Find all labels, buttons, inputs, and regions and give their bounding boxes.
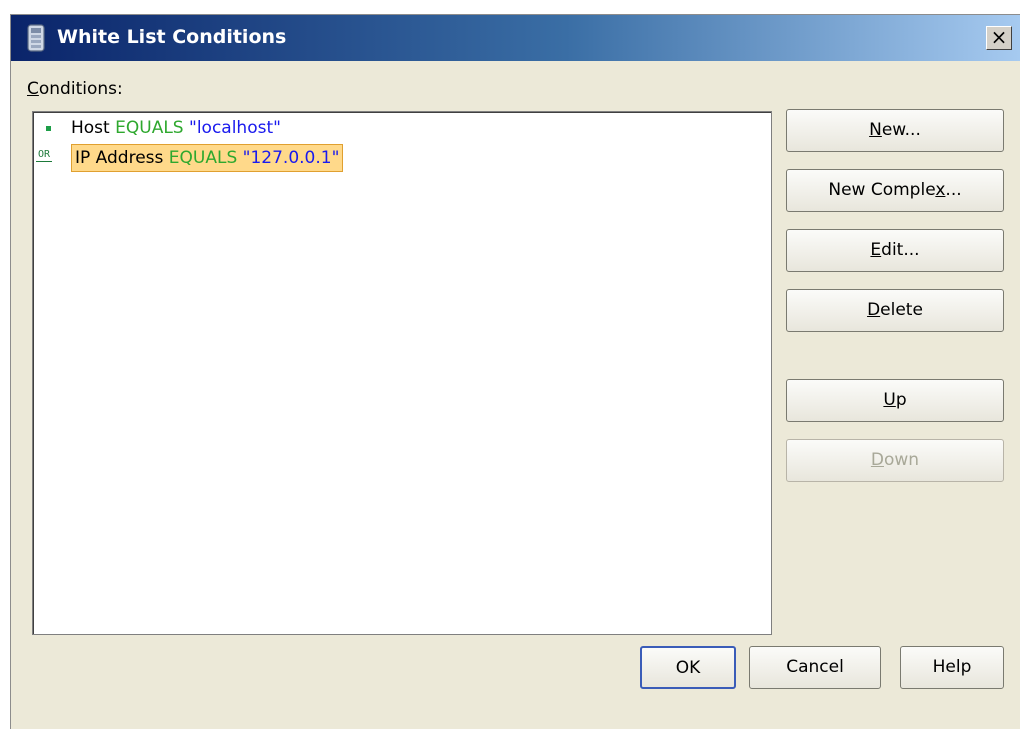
condition-value: "127.0.0.1" <box>242 148 340 168</box>
down-button-accel: D <box>870 450 884 470</box>
new-complex-button-pre: New Comple <box>828 180 936 200</box>
up-button-rest: p <box>895 390 907 410</box>
condition-text: IP Address EQUALS "127.0.0.1" <box>71 144 344 172</box>
down-button-rest: own <box>884 450 920 470</box>
or-connector-icon: OR <box>36 149 53 162</box>
new-complex-button[interactable]: New Complex... <box>786 169 1004 212</box>
condition-operator: EQUALS <box>115 118 184 138</box>
conditions-list[interactable]: Host EQUALS "localhost" OR IP Address EQ… <box>32 111 772 635</box>
white-list-conditions-dialog: White List Conditions × Conditions: Host… <box>10 14 1020 729</box>
new-button[interactable]: New... <box>786 109 1004 152</box>
condition-text: Host EQUALS "localhost" <box>71 114 281 142</box>
condition-field: IP Address <box>75 148 164 168</box>
up-button[interactable]: Up <box>786 379 1004 422</box>
edit-button-rest: dit... <box>881 240 920 260</box>
cancel-button[interactable]: Cancel <box>749 646 881 689</box>
close-button[interactable]: × <box>986 26 1012 50</box>
window-title: White List Conditions <box>57 26 287 48</box>
conditions-label-accel: C <box>27 79 39 99</box>
title-bar[interactable]: White List Conditions × <box>11 15 1020 61</box>
up-button-accel: U <box>883 390 896 410</box>
delete-button-accel: D <box>867 300 881 320</box>
app-icon <box>27 24 45 52</box>
new-complex-button-rest: ... <box>945 180 962 200</box>
condition-value: "localhost" <box>189 118 281 138</box>
condition-operator: EQUALS <box>168 148 238 168</box>
ok-button[interactable]: OK <box>640 646 736 689</box>
down-button[interactable]: Down <box>786 439 1004 482</box>
help-button[interactable]: Help <box>900 646 1004 689</box>
conditions-label-rest: onditions: <box>38 79 123 99</box>
new-complex-button-accel: x <box>935 180 946 200</box>
conditions-label: Conditions: <box>27 79 123 99</box>
delete-button-rest: elete <box>880 300 923 320</box>
new-button-rest: ew... <box>881 120 921 140</box>
condition-bullet-icon <box>46 126 51 131</box>
edit-button-accel: E <box>870 240 882 260</box>
edit-button[interactable]: Edit... <box>786 229 1004 272</box>
new-button-accel: N <box>869 120 882 140</box>
condition-field: Host <box>71 118 110 138</box>
delete-button[interactable]: Delete <box>786 289 1004 332</box>
